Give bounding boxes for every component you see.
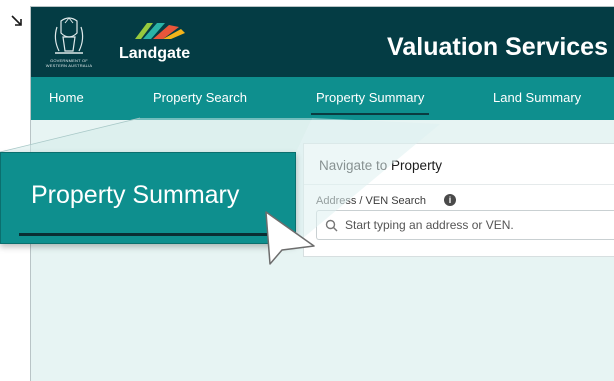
callout-property-summary-label: Property Summary [31, 181, 240, 209]
nav-home[interactable]: Home [49, 90, 84, 105]
crest-caption-line-2: WESTERN AUSTRALIA [45, 63, 93, 68]
address-search-field[interactable] [316, 210, 614, 240]
search-icon [325, 219, 338, 232]
panel-title: Navigate to Property [319, 158, 443, 173]
nav-land-summary[interactable]: Land Summary [493, 90, 581, 105]
corner-arrow-icon [11, 15, 22, 26]
zoomed-callout: Property Summary [0, 152, 296, 244]
address-search-input[interactable] [345, 211, 614, 239]
header-bar: GOVERNMENT OF WESTERN AUSTRALIA Landgate… [31, 7, 614, 77]
landgate-fan-icon [135, 23, 185, 39]
nav-property-search[interactable]: Property Search [153, 90, 247, 105]
info-icon[interactable]: i [444, 194, 456, 206]
callout-active-indicator [19, 233, 267, 236]
government-crest-icon: GOVERNMENT OF WESTERN AUSTRALIA [43, 13, 95, 71]
mouse-pointer-icon [265, 211, 315, 265]
panel-divider [304, 184, 614, 185]
app-title: Valuation Services [387, 33, 608, 61]
main-nav: Home Property Search Property Summary La… [31, 77, 614, 120]
nav-property-summary[interactable]: Property Summary [316, 90, 424, 105]
navigate-panel: Navigate to Property Address / VEN Searc… [303, 143, 614, 257]
address-search-label: Address / VEN Search [316, 195, 427, 207]
landgate-wordmark: Landgate [119, 45, 191, 62]
landgate-logo[interactable]: Landgate [119, 19, 199, 67]
active-tab-indicator [311, 113, 429, 115]
